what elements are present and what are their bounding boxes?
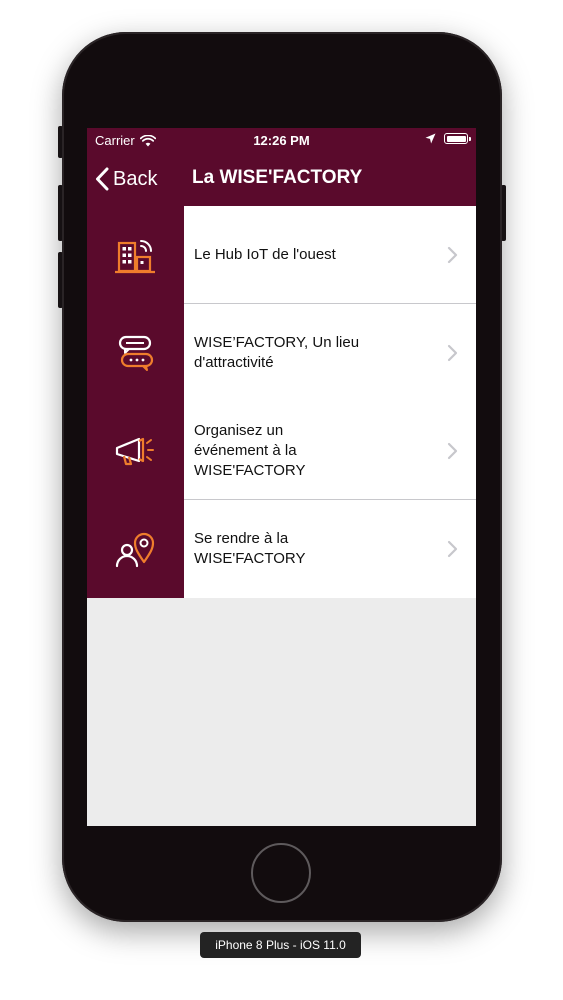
row-icon-cell bbox=[87, 500, 184, 598]
row-body: Le Hub IoT de l'ouest bbox=[184, 206, 476, 304]
battery-fill bbox=[446, 135, 466, 142]
list-item-evenement[interactable]: Organisez un événement à la WISE'FACTORY bbox=[87, 402, 476, 500]
row-body: Organisez un événement à la WISE'FACTORY bbox=[184, 402, 476, 500]
row-label: Organisez un événement à la WISE'FACTORY bbox=[194, 422, 306, 479]
chevron-right-icon bbox=[447, 344, 458, 362]
list-item-attractivite[interactable]: WISE’FACTORY, Un lieu d'attractivité bbox=[87, 304, 476, 402]
list-item-hub-iot[interactable]: Le Hub IoT de l'ouest bbox=[87, 206, 476, 304]
list-item-se-rendre[interactable]: Se rendre à la WISE'FACTORY bbox=[87, 500, 476, 598]
row-label: WISE’FACTORY, Un lieu d'attractivité bbox=[194, 334, 360, 371]
chevron-right-icon bbox=[447, 540, 458, 558]
menu-list: Le Hub IoT de l'ouest WISE’FACTORY, Un l… bbox=[87, 206, 476, 598]
row-icon-cell bbox=[87, 304, 184, 402]
person-location-icon bbox=[115, 532, 154, 568]
chevron-right-icon bbox=[447, 246, 458, 264]
battery-icon bbox=[444, 133, 471, 144]
simulator-stage: Carrier 12:26 PM Back La WISE'FACTORY Le… bbox=[0, 0, 563, 1000]
megaphone-icon bbox=[115, 437, 154, 466]
chevron-left-icon bbox=[96, 167, 109, 191]
back-label: Back bbox=[113, 167, 158, 190]
nav-title: La WISE'FACTORY bbox=[192, 167, 363, 188]
location-arrow-icon bbox=[425, 133, 436, 144]
building-wifi-icon bbox=[114, 240, 155, 274]
row-body: WISE’FACTORY, Un lieu d'attractivité bbox=[184, 304, 476, 402]
navigation-bar: Back La WISE'FACTORY bbox=[87, 152, 476, 206]
row-label: Le Hub IoT de l'ouest bbox=[194, 246, 336, 263]
status-right bbox=[425, 133, 471, 144]
chevron-right-icon bbox=[447, 442, 458, 460]
row-label: Se rendre à la WISE'FACTORY bbox=[194, 530, 306, 567]
phone-screen: Carrier 12:26 PM Back La WISE'FACTORY Le… bbox=[87, 128, 476, 826]
row-body: Se rendre à la WISE'FACTORY bbox=[184, 500, 476, 598]
status-time: 12:26 PM bbox=[253, 133, 310, 148]
back-button[interactable]: Back bbox=[95, 164, 157, 194]
row-icon-cell bbox=[87, 206, 184, 304]
simulator-device-label: iPhone 8 Plus - iOS 11.0 bbox=[200, 932, 361, 958]
status-bar: Carrier 12:26 PM bbox=[87, 128, 476, 152]
chat-bubbles-icon bbox=[118, 335, 153, 371]
row-icon-cell bbox=[87, 402, 184, 500]
home-button[interactable] bbox=[251, 843, 311, 903]
